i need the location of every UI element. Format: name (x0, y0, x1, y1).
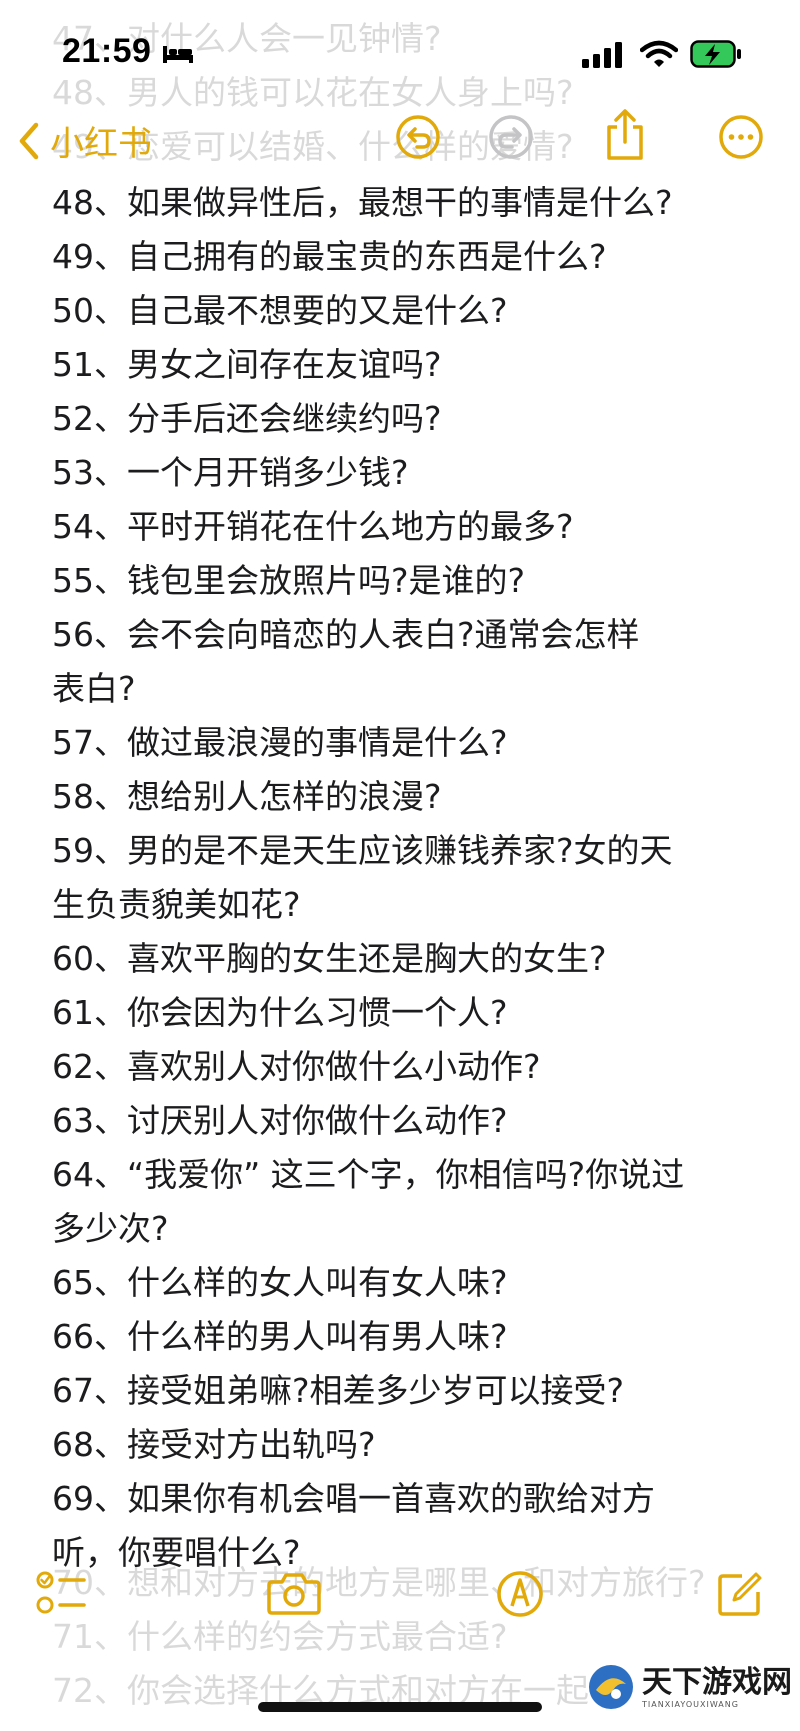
note-line: 48、如果做异性后，最想干的事情是什么? (52, 183, 673, 222)
sleep-focus-icon (163, 46, 193, 63)
note-line: 55、钱包里会放照片吗?是谁的? (52, 561, 526, 600)
note-line: 60、喜欢平胸的女生还是胸大的女生? (52, 939, 607, 978)
checklist-icon[interactable] (36, 1570, 88, 1618)
back-label: 小红书 (50, 124, 152, 164)
undo-icon[interactable] (395, 114, 441, 160)
note-line: 65、什么样的女人叫有女人味? (52, 1263, 508, 1302)
note-line: 67、接受姐弟嘛?相差多少岁可以接受? (52, 1371, 625, 1410)
note-line: 52、分手后还会继续约吗? (52, 399, 442, 438)
watermark-title: 天下游戏网 (642, 1664, 792, 1700)
note-line: 59、男的是不是天生应该赚钱养家?女的天 (52, 831, 673, 870)
cellular-signal-icon (582, 42, 622, 68)
battery-charging-icon (690, 40, 741, 68)
note-line: 58、想给别人怎样的浪漫? (52, 777, 442, 816)
home-indicator[interactable] (258, 1702, 542, 1712)
note-line: 49、自己拥有的最宝贵的东西是什么? (52, 237, 607, 276)
navigation-bar: 小红书 (0, 108, 800, 180)
compose-icon[interactable] (716, 1570, 764, 1618)
note-line: 57、做过最浪漫的事情是什么? (52, 723, 508, 762)
wifi-icon (640, 40, 678, 67)
redo-icon[interactable] (488, 114, 534, 160)
note-line: 54、平时开销花在什么地方的最多? (52, 507, 574, 546)
note-line: 64、“我爱你” 这三个字，你相信吗?你说过 (52, 1155, 685, 1194)
note-line: 多少次? (52, 1209, 169, 1248)
chevron-left-icon (19, 122, 39, 159)
markup-icon[interactable] (496, 1570, 544, 1618)
more-icon[interactable] (718, 114, 764, 160)
camera-icon[interactable] (266, 1570, 322, 1616)
watermark-logo-icon (589, 1665, 633, 1709)
share-icon[interactable] (604, 108, 646, 162)
note-line: 51、男女之间存在友谊吗? (52, 345, 442, 384)
note-line: 生负责貌美如花? (52, 885, 301, 924)
back-button[interactable]: 小红书 (18, 116, 152, 165)
note-line: 61、你会因为什么习惯一个人? (52, 993, 508, 1032)
watermark: 天下游戏网 TIANXIAYOUXIWANG (586, 1662, 792, 1712)
note-line: 表白? (52, 669, 136, 708)
note-line: 56、会不会向暗恋的人表白?通常会怎样 (52, 615, 640, 654)
note-line: 53、一个月开销多少钱? (52, 453, 409, 492)
note-line: 68、接受对方出轨吗? (52, 1425, 376, 1464)
note-body[interactable]: 48、如果做异性后，最想干的事情是什么? 49、自己拥有的最宝贵的东西是什么? … (52, 176, 782, 1580)
status-bar: 21:59 (0, 0, 800, 100)
note-line: 69、如果你有机会唱一首喜欢的歌给对方 (52, 1479, 655, 1518)
note-line: 50、自己最不想要的又是什么? (52, 291, 508, 330)
watermark-subtitle: TIANXIAYOUXIWANG (642, 1699, 739, 1709)
note-line: 66、什么样的男人叫有男人味? (52, 1317, 508, 1356)
note-line: 62、喜欢别人对你做什么小动作? (52, 1047, 541, 1086)
bottom-toolbar (0, 1560, 800, 1650)
status-time: 21:59 (62, 32, 152, 70)
note-line: 63、讨厌别人对你做什么动作? (52, 1101, 508, 1140)
